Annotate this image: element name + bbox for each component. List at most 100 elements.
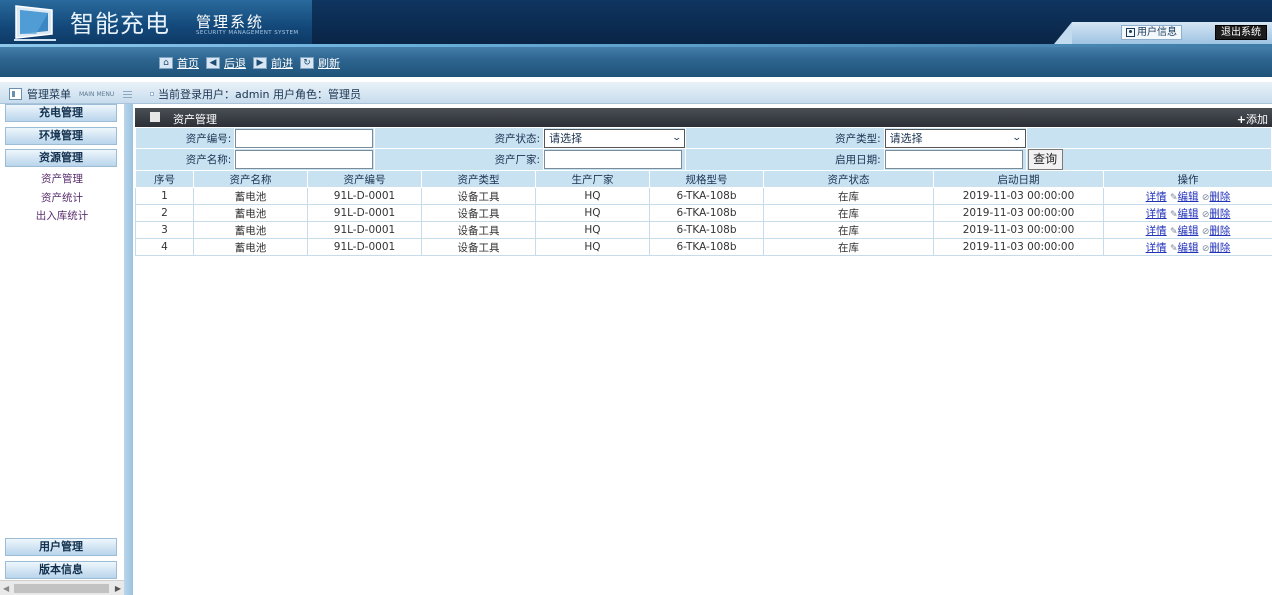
panel-icon xyxy=(150,112,160,122)
sidebar-splitter[interactable] xyxy=(124,104,133,595)
sidebar-group-charging[interactable]: 充电管理 xyxy=(5,104,117,122)
cell-asset-name: 蓄电池 xyxy=(193,238,308,256)
asset-type-select[interactable]: 请选择 ⌄ xyxy=(884,128,1026,148)
delete-link[interactable]: 删除 xyxy=(1209,225,1230,237)
refresh-icon[interactable]: ↻ xyxy=(300,57,314,69)
table-row: 4 蓄电池 91L-D-0001 设备工具 HQ 6-TKA-108b 在库 2… xyxy=(135,238,1272,256)
page-title: 资产管理 xyxy=(173,113,217,126)
col-header-actions: 操作 xyxy=(1103,170,1272,188)
edit-link[interactable]: 编辑 xyxy=(1178,208,1199,220)
edit-link[interactable]: 编辑 xyxy=(1178,242,1199,254)
sidebar-group-version[interactable]: 版本信息 xyxy=(5,561,117,579)
cell-model: 6-TKA-108b xyxy=(649,221,764,239)
pencil-icon: ✎ xyxy=(1169,226,1178,237)
delete-link[interactable]: 删除 xyxy=(1209,208,1230,220)
detail-link[interactable]: 详情 xyxy=(1146,208,1167,220)
cell-start-date: 2019-11-03 00:00:00 xyxy=(933,204,1104,222)
login-info-text: 当前登录用户：admin 用户角色：管理员 xyxy=(158,88,361,101)
nav-home-link[interactable]: 首页 xyxy=(177,55,199,71)
cell-asset-name: 蓄电池 xyxy=(193,221,308,239)
top-banner: 智能充电 管理系统 SECURITY MANAGEMENT SYSTEM 用户信… xyxy=(0,0,1272,44)
sidebar-item-asset-statistics[interactable]: 资产统计 xyxy=(0,190,124,205)
cell-model: 6-TKA-108b xyxy=(649,238,764,256)
query-button[interactable]: 查询 xyxy=(1027,149,1063,170)
start-date-label: 启用日期: xyxy=(685,148,885,171)
menu-title: 管理菜单 MAIN MENU xyxy=(9,86,133,102)
table-body: 1 蓄电池 91L-D-0001 设备工具 HQ 6-TKA-108b 在库 2… xyxy=(135,187,1272,256)
table-row: 2 蓄电池 91L-D-0001 设备工具 HQ 6-TKA-108b 在库 2… xyxy=(135,204,1272,222)
home-icon[interactable]: ⌂ xyxy=(159,57,173,69)
asset-status-select[interactable]: 请选择 ⌄ xyxy=(544,128,686,148)
user-info-button[interactable]: 用户信息 xyxy=(1121,25,1182,40)
user-icon xyxy=(1126,28,1135,37)
nav-refresh-link[interactable]: 刷新 xyxy=(318,55,340,71)
col-header-asset-type: 资产类型 xyxy=(421,170,536,188)
nav-back-link[interactable]: 后退 xyxy=(224,55,246,71)
cell-asset-no: 91L-D-0001 xyxy=(307,221,422,239)
bullet-icon xyxy=(150,92,154,96)
col-header-asset-status: 资产状态 xyxy=(763,170,934,188)
search-form: 资产编号: 资产状态: 请选择 ⌄ 资产类型: 请选择 ⌄ 资产名称: 资产厂家… xyxy=(134,127,1272,171)
cell-start-date: 2019-11-03 00:00:00 xyxy=(933,238,1104,256)
asset-table: 序号 资产名称 资产编号 资产类型 生产厂家 规格型号 资产状态 启动日期 操作… xyxy=(135,170,1272,256)
menu-collapse-icon[interactable] xyxy=(123,90,133,98)
add-button[interactable]: +添加 xyxy=(1237,111,1268,127)
cell-asset-status: 在库 xyxy=(763,221,934,239)
exit-button[interactable]: 退出系统 xyxy=(1215,25,1267,40)
menu-title-text: 管理菜单 xyxy=(27,88,71,101)
manufacturer-input[interactable] xyxy=(544,150,683,169)
cell-asset-type: 设备工具 xyxy=(421,187,536,205)
brand-title: 智能充电 xyxy=(70,10,170,38)
delete-link[interactable]: 删除 xyxy=(1209,242,1230,254)
cell-manufacturer: HQ xyxy=(535,221,650,239)
edit-link[interactable]: 编辑 xyxy=(1178,191,1199,203)
nav-items: ⌂ 首页 ◀ 后退 ▶ 前进 ↻ 刷新 xyxy=(159,55,343,71)
cell-start-date: 2019-11-03 00:00:00 xyxy=(933,187,1104,205)
detail-link[interactable]: 详情 xyxy=(1146,191,1167,203)
system-name-en: SECURITY MANAGEMENT SYSTEM xyxy=(196,30,299,36)
cell-asset-name: 蓄电池 xyxy=(193,187,308,205)
back-arrow-icon[interactable]: ◀ xyxy=(206,57,220,69)
detail-link[interactable]: 详情 xyxy=(1146,242,1167,254)
sidebar-group-users[interactable]: 用户管理 xyxy=(5,538,117,556)
cell-asset-name: 蓄电池 xyxy=(193,204,308,222)
user-info-label: 用户信息 xyxy=(1137,27,1177,38)
cell-actions: 详情 ✎编辑 ⊘删除 xyxy=(1103,204,1272,222)
sidebar-item-asset-management[interactable]: 资产管理 xyxy=(0,171,124,186)
col-header-asset-name: 资产名称 xyxy=(193,170,308,188)
cell-asset-type: 设备工具 xyxy=(421,221,536,239)
sidebar-scrollbar[interactable]: ◀ ▶ xyxy=(0,580,124,595)
detail-link[interactable]: 详情 xyxy=(1146,225,1167,237)
sidebar-item-inout-statistics[interactable]: 出入库统计 xyxy=(0,208,124,223)
sidebar-group-environment[interactable]: 环境管理 xyxy=(5,127,117,145)
sidebar-group-resources[interactable]: 资源管理 xyxy=(5,149,117,167)
scroll-thumb[interactable] xyxy=(14,584,109,593)
cell-asset-status: 在库 xyxy=(763,204,934,222)
cell-asset-type: 设备工具 xyxy=(421,238,536,256)
nav-forward-link[interactable]: 前进 xyxy=(271,55,293,71)
start-date-input[interactable] xyxy=(884,150,1023,169)
menu-title-en: MAIN MENU xyxy=(79,90,115,98)
scroll-left-icon[interactable]: ◀ xyxy=(3,584,9,593)
edit-link[interactable]: 编辑 xyxy=(1178,225,1199,237)
asset-name-input[interactable] xyxy=(235,150,374,169)
col-header-model: 规格型号 xyxy=(649,170,764,188)
cell-asset-no: 91L-D-0001 xyxy=(307,187,422,205)
table-header-row: 序号 资产名称 资产编号 资产类型 生产厂家 规格型号 资产状态 启动日期 操作 xyxy=(135,170,1272,188)
cell-actions: 详情 ✎编辑 ⊘删除 xyxy=(1103,187,1272,205)
asset-status-value: 请选择 xyxy=(549,132,583,145)
asset-no-input[interactable] xyxy=(235,128,374,148)
logo-area: 智能充电 管理系统 SECURITY MANAGEMENT SYSTEM xyxy=(0,0,312,44)
cell-actions: 详情 ✎编辑 ⊘删除 xyxy=(1103,221,1272,239)
chevron-down-icon: ⌄ xyxy=(671,133,682,143)
pencil-icon: ✎ xyxy=(1169,243,1178,254)
chevron-down-icon: ⌄ xyxy=(1011,133,1023,143)
asset-type-label: 资产类型: xyxy=(685,127,885,149)
add-label: 添加 xyxy=(1246,113,1268,126)
delete-link[interactable]: 删除 xyxy=(1209,191,1230,203)
scroll-right-icon[interactable]: ▶ xyxy=(115,584,121,593)
forward-arrow-icon[interactable]: ▶ xyxy=(253,57,267,69)
cell-index: 3 xyxy=(135,221,194,239)
status-bar: 管理菜单 MAIN MENU 当前登录用户：admin 用户角色：管理员 xyxy=(0,82,1272,104)
nav-bar: ⌂ 首页 ◀ 后退 ▶ 前进 ↻ 刷新 xyxy=(0,44,1272,77)
